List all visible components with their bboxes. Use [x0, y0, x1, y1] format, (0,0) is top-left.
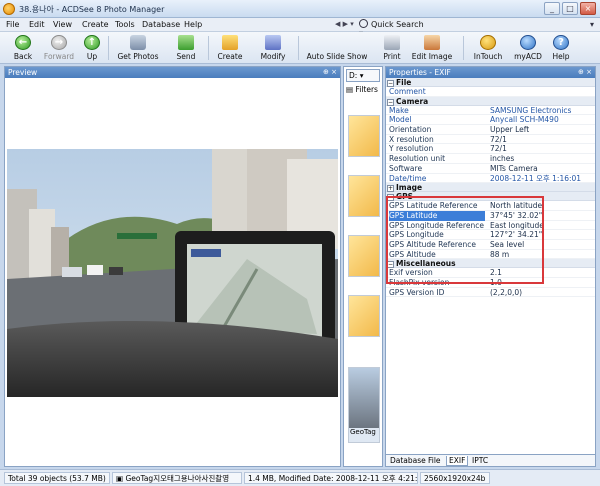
title-bar: 38.용나아 - ACDSee 8 Photo Manager _ □ ×: [0, 0, 600, 18]
property-row[interactable]: Model Anycall SCH-M490: [386, 115, 595, 126]
minimize-button[interactable]: _: [544, 2, 560, 15]
file-browser-strip: D: ▾ ▤ Filters GeoTag: [343, 66, 383, 467]
close-button[interactable]: ×: [580, 2, 596, 15]
menu-view[interactable]: View: [53, 20, 72, 29]
nav-arrows-icon[interactable]: ◀ ▶ ▾: [335, 20, 354, 28]
app-icon: [3, 3, 15, 15]
collapse-icon: −: [387, 98, 394, 106]
folder-thumbnail[interactable]: [348, 175, 380, 217]
pane-pin-icon[interactable]: ⊕ ×: [578, 67, 592, 78]
help-button[interactable]: ? Help: [548, 35, 574, 62]
property-row[interactable]: Resolution unit inches: [386, 154, 595, 164]
properties-title: Properties - EXIF: [389, 68, 451, 77]
property-row[interactable]: Software MITs Camera: [386, 164, 595, 174]
collapse-icon: −: [387, 80, 394, 87]
status-total: Total 39 objects (53.7 MB): [4, 472, 110, 484]
user-icon: [520, 35, 536, 50]
modify-icon: [265, 35, 281, 50]
up-button[interactable]: ↑ Up: [83, 35, 101, 62]
status-details: 1.4 MB, Modified Date: 2008-12-11 오후 4:2…: [244, 472, 418, 484]
property-row[interactable]: Make SAMSUNG Electronics: [386, 106, 595, 116]
window-controls: _ □ ×: [544, 2, 596, 15]
arrow-left-icon: ←: [15, 35, 31, 50]
preview-pane-header: Preview ⊕ ×: [5, 67, 340, 78]
main-toolbar: ← Back → Forward ↑ Up Get Photos Send Creat…: [0, 32, 600, 64]
menu-edit[interactable]: Edit: [29, 20, 45, 29]
camera-icon: [130, 35, 146, 50]
section-camera[interactable]: − Camera: [386, 96, 595, 106]
menu-file[interactable]: File: [6, 20, 19, 29]
menu-tools[interactable]: Tools: [115, 20, 135, 29]
property-row[interactable]: Y resolution 72/1: [386, 144, 595, 155]
section-file[interactable]: − File: [386, 78, 595, 87]
arrow-up-icon: ↑: [84, 35, 100, 50]
property-row[interactable]: Orientation Upper Left: [386, 125, 595, 135]
property-row[interactable]: GPS Version ID (2,2,0,0): [386, 288, 595, 298]
toolbar-divider: [298, 36, 299, 60]
street-photo-graphic: [7, 149, 338, 397]
exif-property-list: − File Comment − Camera Make SAMSUNG Electr…: [386, 78, 595, 455]
folder-thumbnail[interactable]: [348, 235, 380, 277]
folder-thumbnail[interactable]: [348, 115, 380, 157]
help-icon: ?: [553, 35, 569, 50]
auto-slide-show-button[interactable]: Auto Slide Show: [306, 35, 368, 62]
filter-icon: ▤: [346, 85, 354, 94]
quick-search[interactable]: Quick Search ▾: [359, 19, 429, 38]
properties-pane: Properties - EXIF ⊕ × − File Comment − Cam…: [385, 66, 596, 467]
menu-help[interactable]: Help: [184, 20, 202, 29]
menu-bar: File Edit View Create Tools Database Hel…: [0, 18, 600, 38]
edit-image-icon: [424, 35, 440, 50]
menu-create[interactable]: Create: [82, 20, 109, 29]
intouch-button[interactable]: InTouch: [471, 35, 505, 62]
image-thumbnail[interactable]: GeoTag: [348, 367, 380, 443]
toolbar-divider: [463, 36, 464, 60]
property-row[interactable]: X resolution 72/1: [386, 135, 595, 145]
edit-image-button[interactable]: Edit Image: [411, 35, 453, 62]
print-button[interactable]: Print: [381, 35, 403, 62]
drive-selector[interactable]: D: ▾: [346, 69, 380, 82]
get-photos-button[interactable]: Get Photos: [116, 35, 160, 62]
file-icon: ▣: [116, 474, 124, 483]
status-dimensions: 2560x1920x24b: [420, 472, 490, 484]
toolbar-toggle-icon[interactable]: ▾: [590, 20, 594, 29]
tab-file[interactable]: File: [426, 456, 443, 466]
properties-pane-header: Properties - EXIF ⊕ ×: [386, 67, 595, 78]
toolbar-divider: [108, 36, 109, 60]
preview-title: Preview: [8, 68, 38, 77]
create-button[interactable]: Create: [216, 35, 244, 62]
tab-exif[interactable]: EXIF: [446, 456, 469, 466]
pane-pin-icon[interactable]: ⊕ ×: [323, 67, 337, 78]
send-button[interactable]: Send: [173, 35, 199, 62]
modify-button[interactable]: Modify: [258, 35, 288, 62]
printer-icon: [384, 35, 400, 50]
send-icon: [178, 35, 194, 50]
back-button[interactable]: ← Back: [10, 35, 36, 62]
preview-image: [7, 149, 338, 397]
property-row[interactable]: Date/time 2008-12-11 오후 1:16:01: [386, 174, 595, 184]
preview-pane: Preview ⊕ ×: [4, 66, 341, 467]
filters-button[interactable]: ▤ Filters: [346, 85, 378, 94]
wand-icon: [222, 35, 238, 50]
expand-icon: +: [387, 185, 394, 193]
myacd-button[interactable]: myACD: [513, 35, 543, 62]
status-filename: ▣ GeoTag지오태그용나아사진촬영: [112, 472, 242, 484]
maximize-button[interactable]: □: [562, 2, 578, 15]
menu-database[interactable]: Database: [142, 20, 180, 29]
arrow-right-icon: →: [51, 35, 67, 50]
gps-highlight-box: [386, 196, 544, 284]
forward-button[interactable]: → Forward: [42, 35, 76, 62]
tab-database[interactable]: Database: [388, 456, 428, 466]
bulb-icon: [480, 35, 496, 50]
properties-tabs: Database File EXIF IPTC: [386, 454, 595, 466]
status-bar: Total 39 objects (53.7 MB) ▣ GeoTag지오태그용…: [0, 469, 600, 486]
search-icon: [359, 19, 368, 28]
window-title: 38.용나아 - ACDSee 8 Photo Manager: [19, 5, 165, 14]
property-row[interactable]: Comment: [386, 87, 595, 97]
section-image[interactable]: + Image: [386, 183, 595, 193]
folder-thumbnail[interactable]: [348, 295, 380, 337]
tab-iptc[interactable]: IPTC: [470, 456, 490, 466]
toolbar-divider: [208, 36, 209, 60]
